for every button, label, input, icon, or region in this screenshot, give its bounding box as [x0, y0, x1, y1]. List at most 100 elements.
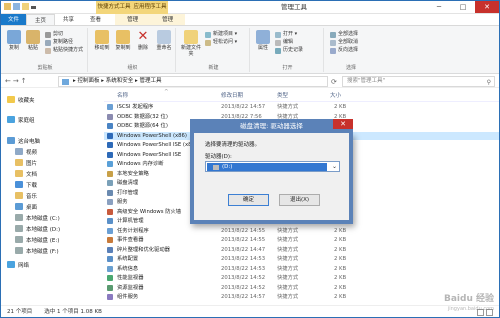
nav-video[interactable]: 视频	[15, 146, 37, 157]
drive-select[interactable]: (D:) ⌄	[205, 161, 340, 172]
nav-downloads[interactable]: 下载	[15, 179, 37, 190]
new-folder-icon[interactable]	[22, 3, 29, 10]
file-date: 2013/8/22 14:55	[221, 227, 266, 234]
nav-drive-f[interactable]: 本地磁盘 (F:)	[15, 245, 59, 256]
nav-homegroup[interactable]: 家庭组	[7, 114, 35, 125]
watermark: Baidu 经验 jingyan.baidu.com	[444, 294, 494, 314]
column-type[interactable]: 类型	[277, 91, 288, 102]
ok-button[interactable]: 确定	[228, 194, 269, 206]
folder-icon[interactable]	[4, 3, 11, 10]
back-button[interactable]: ←	[5, 77, 11, 85]
file-name: 性能监视器	[117, 275, 144, 281]
app-tools-header: 应用程序工具	[133, 4, 167, 10]
nav-music[interactable]: 音乐	[15, 190, 37, 201]
table-row[interactable]: 资源监视器 2013/8/22 14:52 快捷方式 2 KB	[104, 284, 499, 292]
file-size: 2 KB	[334, 104, 347, 110]
file-type: 快捷方式	[277, 104, 299, 110]
move-to-button[interactable]: 移动到	[92, 28, 112, 51]
edit-button[interactable]: 编辑	[275, 39, 293, 46]
tab-file[interactable]: 文件	[1, 14, 27, 25]
copy-to-button[interactable]: 复制到	[113, 28, 133, 51]
dialog-close-button[interactable]: ✕	[333, 119, 353, 129]
nav-drive-d[interactable]: 本地磁盘 (D:)	[15, 223, 60, 234]
column-name[interactable]: 名称	[117, 91, 128, 102]
table-row[interactable]: 系统配置 2013/8/22 14:53 快捷方式 2 KB	[104, 255, 499, 263]
rename-button[interactable]: 重命名	[153, 28, 175, 51]
nav-drive-c[interactable]: 本地磁盘 (C:)	[15, 212, 60, 223]
nav-desktop[interactable]: 桌面	[15, 201, 37, 212]
title-bar: 快捷方式工具 应用程序工具 管理工具 ─ □ ✕	[1, 1, 499, 14]
nav-documents[interactable]: 文档	[15, 168, 37, 179]
tab-manage-app[interactable]: 管理	[150, 14, 186, 25]
tab-view[interactable]: 查看	[82, 14, 109, 25]
delete-button[interactable]: ✕ 删除	[134, 28, 152, 52]
table-row[interactable]: 系统信息 2013/8/22 14:53 快捷方式 2 KB	[104, 265, 499, 273]
new-item-button[interactable]: 新建项目 ▾	[205, 31, 237, 38]
up-button[interactable]: ↑	[21, 77, 27, 85]
computer-icon	[7, 137, 15, 144]
easy-access-button[interactable]: 轻松访问 ▾	[205, 39, 237, 46]
file-name: 本地安全策略	[117, 170, 149, 177]
copy-path-button[interactable]: 复制路径	[45, 39, 73, 46]
chevron-down-icon[interactable]: ⌄	[332, 163, 337, 170]
shortcut-icon	[107, 113, 113, 120]
file-size: 2 KB	[334, 246, 347, 253]
select-all-button[interactable]: 全部选择	[330, 31, 358, 38]
tab-home[interactable]: 主页	[26, 14, 56, 25]
history-button[interactable]: 历史记录	[275, 47, 303, 54]
close-button[interactable]: ✕	[475, 1, 499, 13]
nav-network[interactable]: 网络	[7, 259, 29, 270]
nav-drive-e[interactable]: 本地磁盘 (E:)	[15, 234, 59, 245]
exit-button[interactable]: 退出(X)	[279, 194, 320, 206]
file-name: 系统配置	[117, 256, 139, 262]
file-date: 2013/8/22 14:47	[221, 246, 266, 253]
invert-selection-button[interactable]: 反向选择	[330, 47, 358, 54]
file-type: 快捷方式	[277, 256, 299, 262]
minimize-button[interactable]: ─	[427, 1, 451, 13]
copy-button[interactable]: 复制	[5, 28, 23, 51]
column-size[interactable]: 大小	[330, 91, 341, 102]
open-button[interactable]: 打开 ▾	[275, 31, 297, 38]
ribbon-tabs: 文件 主页 共享 查看 管理 管理	[1, 14, 499, 26]
nav-pictures[interactable]: 图片	[15, 157, 37, 168]
new-folder-button[interactable]: 新建文件夹	[180, 28, 202, 57]
paste-shortcut-button[interactable]: 粘贴快捷方式	[45, 47, 83, 54]
table-row[interactable]: iSCSI 发起程序 2013/8/22 14:57 快捷方式 2 KB	[104, 103, 499, 111]
shortcut-icon	[107, 170, 113, 177]
properties-icon	[256, 30, 270, 44]
file-size: 2 KB	[334, 294, 347, 300]
navigation-pane: 收藏夹 家庭组 这台电脑 视频 图片 文档 下载 音乐 桌面 本地磁盘 (C:)…	[1, 89, 101, 304]
file-size: 2 KB	[334, 265, 347, 272]
video-folder-icon	[15, 148, 23, 155]
invert-selection-icon	[330, 47, 336, 54]
paste-shortcut-icon	[45, 47, 51, 54]
properties-button[interactable]: 属性	[254, 28, 272, 51]
file-date: 2013/8/22 14:57	[221, 294, 266, 300]
properties-icon[interactable]	[13, 3, 20, 10]
chevron-down-icon[interactable]	[31, 6, 36, 9]
cut-button[interactable]: 剪切	[45, 31, 63, 38]
nav-favorites[interactable]: 收藏夹	[7, 94, 35, 105]
refresh-button[interactable]: ⟳	[331, 78, 337, 86]
nav-this-pc[interactable]: 这台电脑	[7, 135, 40, 146]
forward-button[interactable]: →	[13, 77, 19, 85]
search-input[interactable]: 搜索"管理工具" ⚲	[342, 76, 495, 87]
column-date[interactable]: 修改日期	[221, 91, 243, 102]
address-bar-row: ← → ↑ ▸ 控制面板 ▸ 系统和安全 ▸ 管理工具 ⟳ 搜索"管理工具" ⚲	[1, 75, 499, 88]
tab-share[interactable]: 共享	[55, 14, 82, 25]
tab-manage-shortcut[interactable]: 管理	[115, 14, 151, 25]
select-none-button[interactable]: 全部取消	[330, 39, 358, 46]
paste-button[interactable]: 粘贴	[24, 28, 42, 51]
maximize-button[interactable]: □	[451, 1, 475, 13]
table-row[interactable]: 性能监视器 2013/8/22 14:52 快捷方式 2 KB	[104, 274, 499, 282]
breadcrumb[interactable]: ▸ 控制面板 ▸ 系统和安全 ▸ 管理工具	[58, 76, 328, 87]
table-row[interactable]: 组件服务 2013/8/22 14:57 快捷方式 2 KB	[104, 293, 499, 301]
documents-folder-icon	[15, 170, 23, 177]
table-row[interactable]: 任务计划程序 2013/8/22 14:55 快捷方式 2 KB	[104, 227, 499, 235]
file-type: 快捷方式	[277, 265, 299, 272]
shortcut-icon	[107, 294, 113, 300]
table-row[interactable]: 事件查看器 2013/8/22 14:55 快捷方式 2 KB	[104, 236, 499, 244]
table-row[interactable]: 碎片整理和优化驱动器 2013/8/22 14:47 快捷方式 2 KB	[104, 246, 499, 254]
column-headers: 名称 修改日期 类型 大小 ^	[104, 89, 499, 102]
file-name: 磁盘清理	[117, 180, 139, 186]
